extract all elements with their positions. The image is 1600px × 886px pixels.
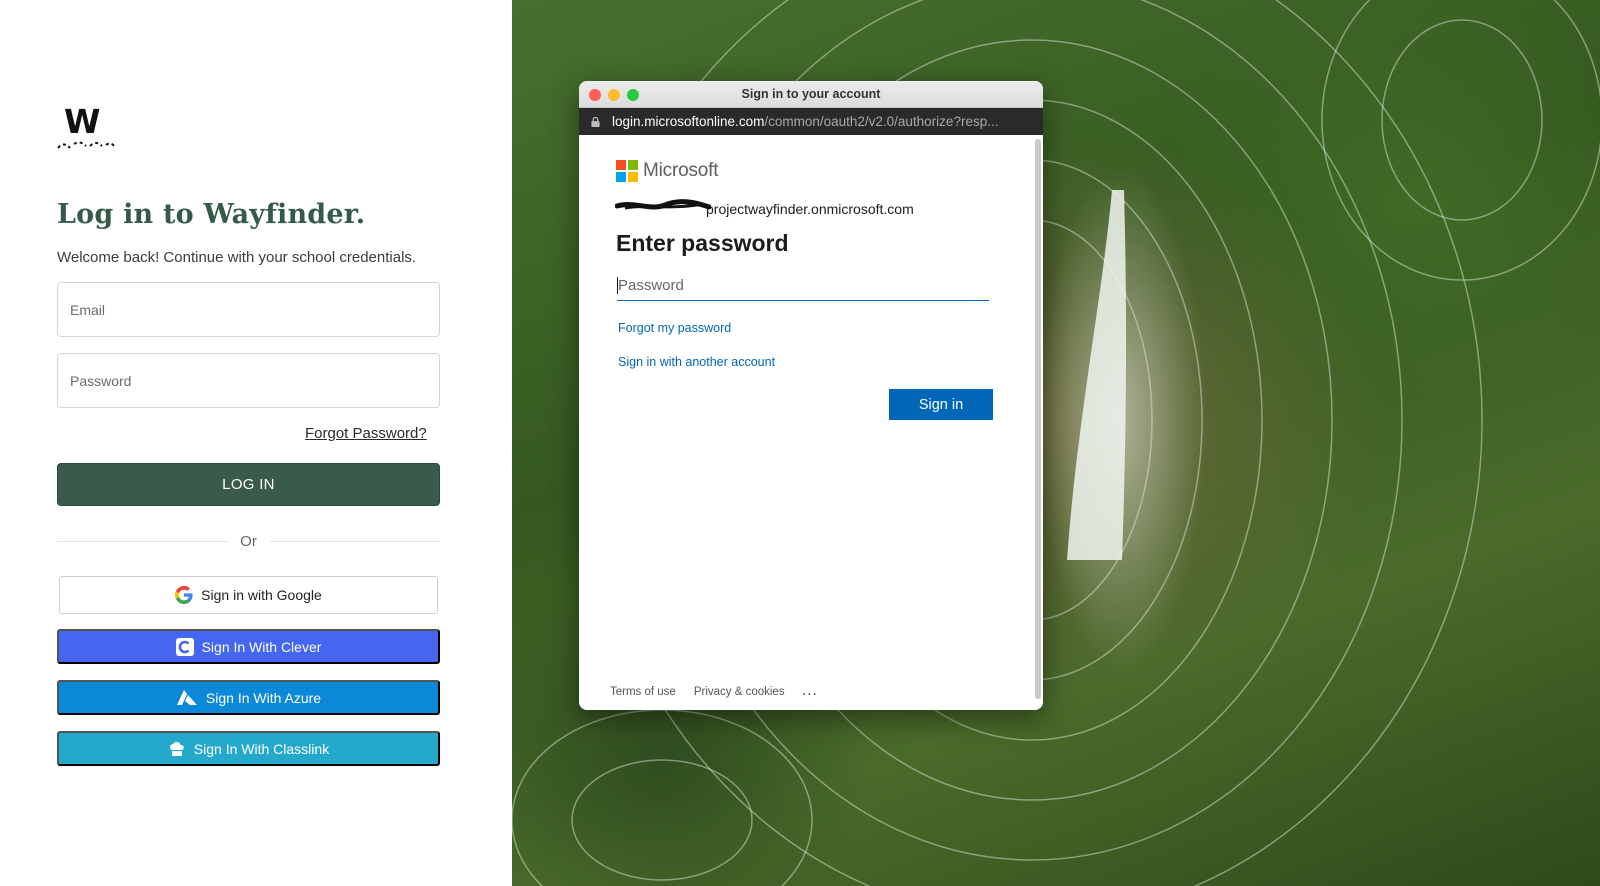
classlink-icon <box>169 741 184 756</box>
svg-text:W: W <box>64 104 100 141</box>
classlink-signin-label: Sign In With Classlink <box>193 740 330 757</box>
email-input[interactable] <box>70 301 439 318</box>
clever-signin-button[interactable]: Sign In With Clever <box>57 629 440 664</box>
window-titlebar: Sign in to your account <box>579 81 1043 108</box>
scrollbar[interactable] <box>1035 139 1041 699</box>
password-field[interactable] <box>57 353 440 408</box>
ms-footer: Terms of use Privacy & cookies ... <box>610 686 818 698</box>
email-field[interactable] <box>57 282 440 337</box>
more-options-button[interactable]: ... <box>803 686 819 698</box>
url-host: login.microsoftonline.com <box>612 114 765 129</box>
ms-signin-content: Microsoft projectwayfinder.onmicrosoft.c… <box>579 135 1043 710</box>
ms-sign-in-button[interactable]: Sign in <box>889 389 993 420</box>
azure-signin-button[interactable]: Sign In With Azure <box>57 680 440 715</box>
password-input[interactable] <box>70 372 439 389</box>
google-icon <box>175 586 193 604</box>
google-signin-button[interactable]: Sign in with Google <box>59 576 438 614</box>
redaction-scribble <box>615 199 711 210</box>
clever-icon <box>175 637 194 656</box>
clever-signin-label: Sign In With Clever <box>201 638 322 655</box>
wayfinder-logo: W <box>57 104 117 149</box>
account-domain: projectwayfinder.onmicrosoft.com <box>706 201 914 217</box>
lock-icon <box>591 116 600 127</box>
url-bar[interactable]: login.microsoftonline.com /common/oauth2… <box>579 108 1043 135</box>
url-path: /common/oauth2/v2.0/authorize?resp... <box>764 114 999 129</box>
forgot-my-password-link[interactable]: Forgot my password <box>618 321 731 335</box>
enter-password-heading: Enter password <box>616 230 789 256</box>
microsoft-logo: Microsoft <box>616 160 718 182</box>
forgot-password-link[interactable]: Forgot Password? <box>305 425 427 442</box>
or-divider: Or <box>57 532 440 552</box>
privacy-cookies-link[interactable]: Privacy & cookies <box>694 686 785 698</box>
azure-icon <box>176 689 197 705</box>
classlink-signin-button[interactable]: Sign In With Classlink <box>57 731 440 766</box>
divider-line <box>270 541 440 542</box>
page-subtitle: Welcome back! Continue with your school … <box>57 249 417 266</box>
another-account-link[interactable]: Sign in with another account <box>618 355 775 369</box>
ms-password-field[interactable] <box>617 271 989 301</box>
microsoft-brand-text: Microsoft <box>643 160 719 181</box>
page-title: Log in to Wayfinder. <box>57 199 366 230</box>
microsoft-grid-icon <box>616 160 638 182</box>
ms-password-input[interactable] <box>618 277 989 294</box>
login-button[interactable]: LOG IN <box>57 463 440 506</box>
google-signin-label: Sign in with Google <box>201 587 322 603</box>
login-panel: W Log in to Wayfinder. Welcome back! Con… <box>0 0 512 886</box>
signin-popup-window: Sign in to your account login.microsofto… <box>579 81 1043 710</box>
terms-of-use-link[interactable]: Terms of use <box>610 686 676 698</box>
window-title: Sign in to your account <box>741 87 881 101</box>
azure-signin-label: Sign In With Azure <box>205 689 322 706</box>
